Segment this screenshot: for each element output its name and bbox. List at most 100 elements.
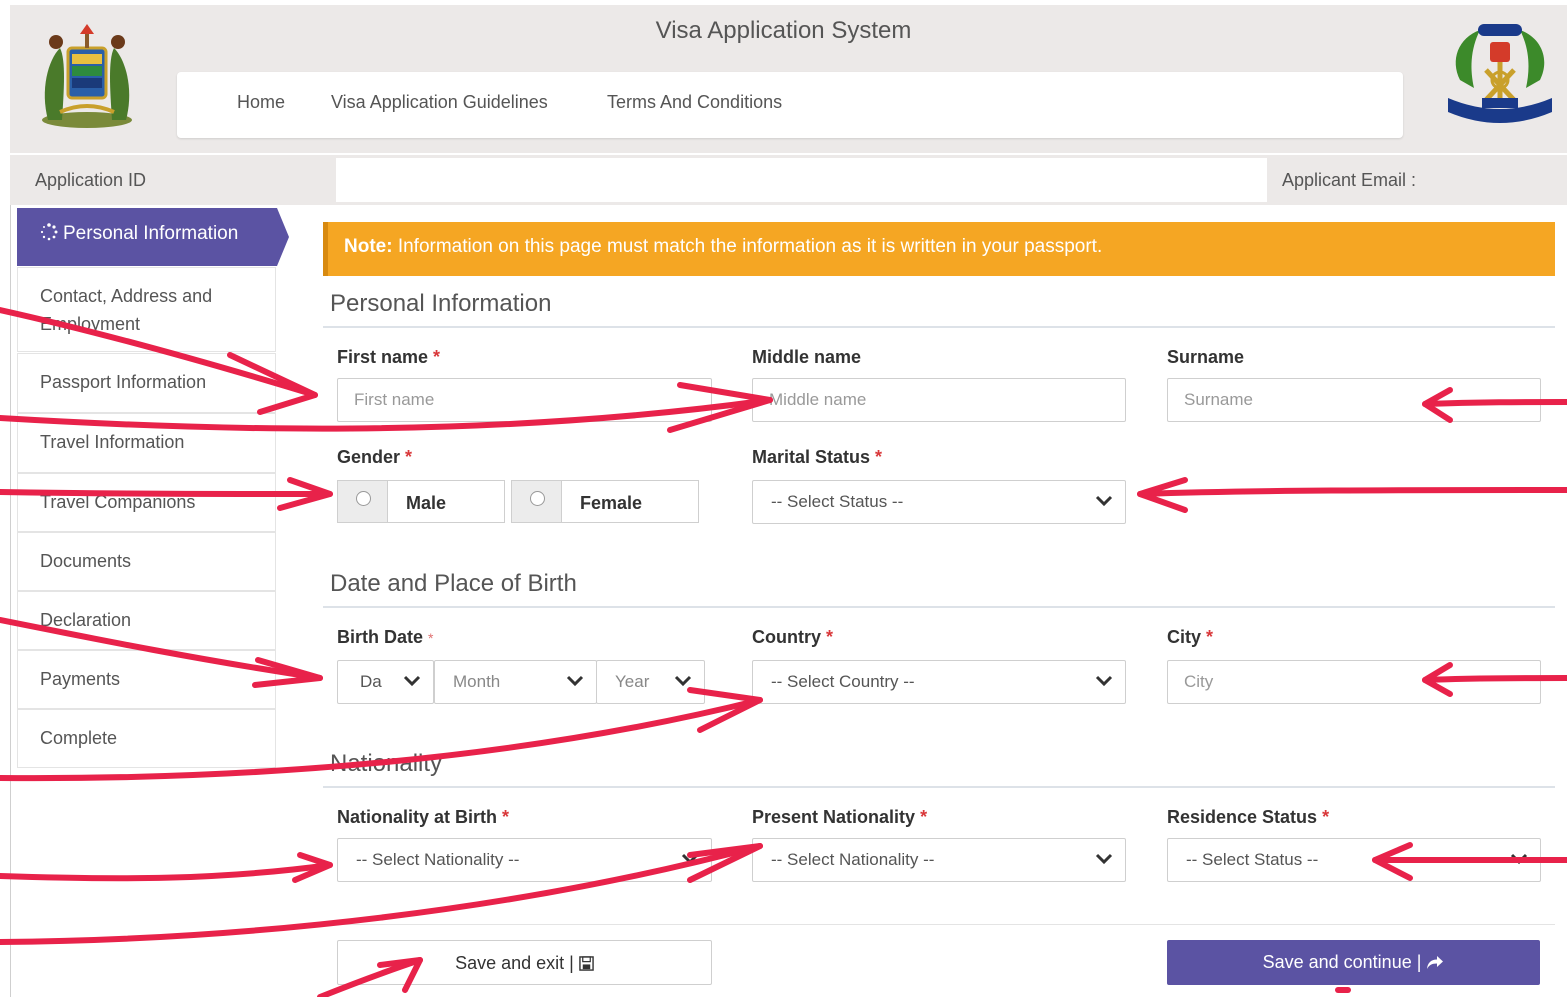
annotation-arrow bbox=[277, 477, 333, 511]
required-mark: * bbox=[826, 627, 834, 647]
present-nationality-value: -- Select Nationality -- bbox=[771, 850, 935, 869]
sidebar-item-label: Contact, Address and Employment bbox=[40, 286, 213, 334]
surname-input[interactable]: Surname bbox=[1167, 378, 1541, 422]
sidebar-item-label: Travel Companions bbox=[40, 492, 196, 512]
middle-name-input[interactable]: Middle name bbox=[752, 378, 1126, 422]
residence-status-value: -- Select Status -- bbox=[1186, 850, 1319, 869]
first-name-label: First name * bbox=[337, 347, 441, 367]
female-radio[interactable] bbox=[512, 481, 562, 522]
country-select[interactable]: -- Select Country -- bbox=[752, 660, 1126, 704]
spinner-icon bbox=[40, 223, 58, 241]
gender-male-option[interactable]: Male bbox=[337, 480, 505, 523]
nationality-birth-label: Nationality at Birth * bbox=[337, 807, 510, 827]
application-id-label: Application ID bbox=[35, 170, 147, 190]
residence-status-select[interactable]: -- Select Status -- bbox=[1167, 838, 1541, 882]
city-label: City * bbox=[1167, 627, 1214, 647]
required-mark: * bbox=[405, 447, 413, 467]
annotation-arrow bbox=[292, 852, 333, 883]
section-divider bbox=[323, 326, 1555, 328]
section-date-place-birth: Date and Place of Birth bbox=[330, 570, 577, 597]
sidebar-item-label: Personal Information bbox=[63, 223, 239, 244]
middle-name-label: Middle name bbox=[752, 347, 862, 367]
sidebar-item-payments[interactable]: Payments bbox=[17, 650, 276, 709]
chevron-down-icon bbox=[1510, 853, 1528, 865]
application-id-value bbox=[336, 158, 1267, 202]
save-exit-label: Save and exit | bbox=[455, 953, 574, 973]
passport-note-banner: Note: Information on this page must matc… bbox=[323, 222, 1555, 276]
surname-label: Surname bbox=[1167, 347, 1245, 367]
applicant-email-label: Applicant Email : bbox=[1282, 170, 1417, 190]
section-nationality: Nationality bbox=[330, 750, 443, 777]
floppy-disk-icon bbox=[579, 956, 594, 971]
birth-year-value: Year bbox=[615, 672, 650, 691]
required-mark: * bbox=[1206, 627, 1214, 647]
section-divider bbox=[323, 786, 1555, 788]
birth-month-value: Month bbox=[453, 672, 501, 691]
required-mark: * bbox=[433, 347, 441, 367]
present-nationality-label: Present Nationality * bbox=[752, 807, 928, 827]
section-personal-information: Personal Information bbox=[330, 290, 552, 317]
sidebar-item-contact[interactable]: Contact, Address and Employment bbox=[17, 267, 276, 352]
male-label: Male bbox=[406, 493, 447, 513]
save-and-continue-button[interactable]: Save and continue | bbox=[1167, 940, 1540, 985]
note-text: Information on this page must match the … bbox=[392, 236, 1103, 257]
chevron-down-icon bbox=[1095, 853, 1113, 865]
chevron-down-icon bbox=[1095, 495, 1113, 507]
nav-terms-link[interactable]: Terms And Conditions bbox=[607, 92, 782, 113]
app-title: Visa Application System bbox=[655, 17, 912, 44]
save-and-exit-button[interactable]: Save and exit | bbox=[337, 940, 712, 985]
gender-female-option[interactable]: Female bbox=[511, 480, 699, 523]
sidebar-item-label: Documents bbox=[40, 551, 132, 571]
required-mark: * bbox=[875, 447, 883, 467]
left-border bbox=[10, 205, 11, 997]
sidebar-item-declaration[interactable]: Declaration bbox=[17, 591, 276, 650]
required-mark: * bbox=[920, 807, 928, 827]
form-footer-divider bbox=[323, 924, 1555, 925]
sidebar-item-label: Complete bbox=[40, 728, 118, 748]
female-label: Female bbox=[580, 493, 643, 513]
first-name-input[interactable]: First name bbox=[337, 378, 712, 422]
sidebar-item-label: Declaration bbox=[40, 610, 132, 630]
birth-month-select[interactable]: Month bbox=[434, 660, 597, 704]
country-value: -- Select Country -- bbox=[771, 672, 915, 691]
chevron-down-icon bbox=[674, 675, 692, 687]
sidebar-item-documents[interactable]: Documents bbox=[17, 532, 276, 591]
present-nationality-select[interactable]: -- Select Nationality -- bbox=[752, 838, 1126, 882]
annotation-arrow bbox=[1137, 477, 1188, 513]
residence-status-label: Residence Status * bbox=[1167, 807, 1330, 827]
immigration-emblem-logo bbox=[1448, 24, 1552, 123]
birth-day-value: Da bbox=[360, 672, 382, 691]
sidebar-item-label: Travel Information bbox=[40, 432, 185, 452]
marital-status-select[interactable]: -- Select Status -- bbox=[752, 480, 1126, 524]
required-mark: * bbox=[428, 630, 434, 646]
nav-guidelines-link[interactable]: Visa Application Guidelines bbox=[331, 92, 548, 113]
annotation-arrow bbox=[1137, 487, 1567, 497]
male-radio[interactable] bbox=[338, 481, 388, 522]
birth-day-select[interactable]: Da bbox=[337, 660, 434, 704]
section-divider bbox=[323, 606, 1555, 608]
chevron-down-icon bbox=[1095, 675, 1113, 687]
required-mark: * bbox=[1322, 807, 1330, 827]
chevron-down-icon bbox=[566, 675, 584, 687]
birth-year-select[interactable]: Year bbox=[596, 660, 705, 704]
sidebar-item-travel[interactable]: Travel Information bbox=[17, 413, 276, 473]
sidebar-item-complete[interactable]: Complete bbox=[17, 709, 276, 768]
marital-status-label: Marital Status * bbox=[752, 447, 883, 467]
nationality-birth-value: -- Select Nationality -- bbox=[356, 850, 520, 869]
annotation-arrow bbox=[0, 862, 333, 882]
sidebar-item-passport[interactable]: Passport Information bbox=[17, 353, 276, 413]
birth-date-label: Birth Date * bbox=[337, 627, 434, 647]
city-input[interactable]: City bbox=[1167, 660, 1541, 704]
chevron-down-icon bbox=[403, 675, 421, 687]
sidebar-item-personal-information[interactable]: Personal Information bbox=[17, 208, 277, 266]
nav-home-link[interactable]: Home bbox=[237, 92, 285, 113]
sidebar-item-companions[interactable]: Travel Companions bbox=[17, 473, 276, 532]
nationality-birth-select[interactable]: -- Select Nationality -- bbox=[337, 838, 712, 882]
note-prefix: Note: bbox=[344, 236, 393, 257]
sidebar-item-label: Payments bbox=[40, 669, 121, 689]
gender-label: Gender * bbox=[337, 447, 413, 467]
chevron-down-icon bbox=[681, 853, 699, 865]
save-continue-label: Save and continue | bbox=[1262, 952, 1422, 972]
marital-status-value: -- Select Status -- bbox=[771, 492, 904, 511]
required-mark: * bbox=[502, 807, 510, 827]
